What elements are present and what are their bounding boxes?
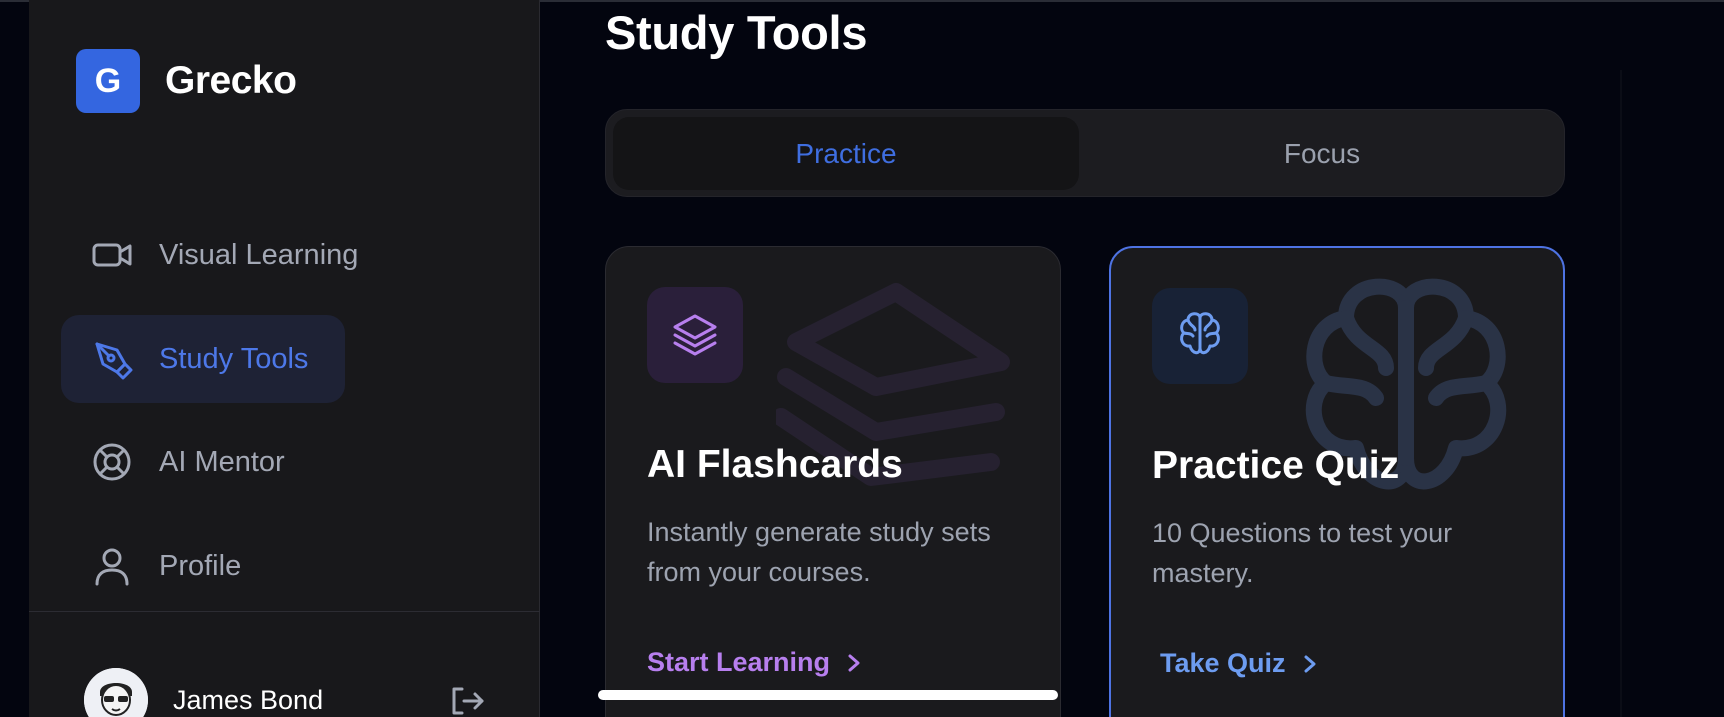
brand[interactable]: G Grecko xyxy=(76,49,297,113)
card-title: Practice Quiz xyxy=(1152,444,1400,487)
tab-practice[interactable]: Practice xyxy=(613,117,1079,190)
layers-icon xyxy=(673,314,717,356)
tab-switcher: Practice Focus xyxy=(605,109,1565,197)
user-icon xyxy=(95,548,129,586)
avatar xyxy=(84,668,148,717)
home-indicator[interactable] xyxy=(598,690,1058,700)
card-title: AI Flashcards xyxy=(647,443,903,486)
sidebar-item-label: Study Tools xyxy=(159,342,309,375)
user-name: James Bond xyxy=(173,684,324,715)
sidebar-item-label: Profile xyxy=(159,549,242,582)
brain-icon xyxy=(1180,312,1220,355)
lifebuoy-icon xyxy=(93,443,131,481)
chevron-right-icon xyxy=(848,654,860,671)
cta-label: Take Quiz xyxy=(1160,648,1286,678)
logout-icon[interactable] xyxy=(450,686,486,716)
chevron-right-icon xyxy=(1304,655,1316,672)
pen-tool-icon xyxy=(95,342,133,380)
sidebar-item-ai-mentor[interactable]: AI Mentor xyxy=(61,418,285,506)
brand-name: Grecko xyxy=(165,59,297,102)
page-title: Study Tools xyxy=(605,6,868,59)
scroll-edge xyxy=(1620,70,1622,717)
sidebar-item-profile[interactable]: Profile xyxy=(61,522,241,610)
card-practice-quiz[interactable]: Practice Quiz 10 Questions to test your … xyxy=(1109,246,1565,717)
tab-focus[interactable]: Focus xyxy=(1086,117,1558,190)
brand-logo: G xyxy=(76,49,140,113)
card-description: 10 Questions to test your mastery. xyxy=(1152,518,1453,588)
app-screen: G Grecko Visual Learning Study Tools AI … xyxy=(0,0,1724,717)
card-ai-flashcards[interactable]: AI Flashcards Instantly generate study s… xyxy=(605,246,1061,717)
card-icon-box xyxy=(647,287,743,383)
sidebar-item-visual-learning[interactable]: Visual Learning xyxy=(61,211,358,299)
sidebar-item-label: AI Mentor xyxy=(159,445,285,478)
sidebar-item-label: Visual Learning xyxy=(159,238,359,271)
cartoon-avatar-icon xyxy=(84,668,148,717)
cta-label: Start Learning xyxy=(647,647,831,677)
card-description: Instantly generate study sets from your … xyxy=(647,517,991,587)
user-profile[interactable]: James Bond xyxy=(84,668,323,717)
start-learning-button[interactable]: Start Learning xyxy=(647,647,862,678)
card-icon-box xyxy=(1152,288,1248,384)
sidebar: G Grecko Visual Learning Study Tools AI … xyxy=(29,0,540,717)
video-camera-icon xyxy=(92,243,132,267)
sidebar-item-study-tools[interactable]: Study Tools xyxy=(61,315,345,403)
take-quiz-button[interactable]: Take Quiz xyxy=(1160,648,1318,679)
sidebar-divider xyxy=(29,611,540,612)
